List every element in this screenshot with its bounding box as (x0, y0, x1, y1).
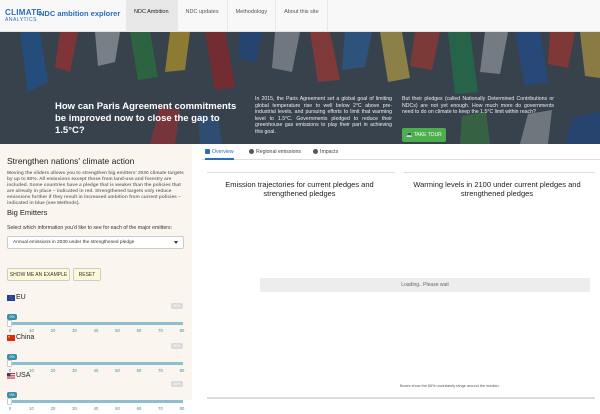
main-nav: NDC Ambition NDC updates Methodology Abo… (126, 0, 328, 32)
country-slider-china: China 80% 0% 0 10 20 30 40 50 60 70 80 (7, 332, 187, 373)
reset-button[interactable]: RESET (73, 268, 101, 281)
take-tour-label: TAKE TOUR (413, 132, 442, 138)
slider-tick-label: 0 (8, 406, 12, 411)
loading-indicator: Loading.. Please wait (260, 278, 590, 292)
info-icon (313, 149, 318, 154)
slider-handle[interactable] (7, 360, 12, 367)
chevron-down-icon (174, 241, 178, 244)
tab-regional-label: Regional emissions (256, 149, 301, 155)
slider-handle[interactable] (7, 320, 12, 327)
logo-line2: ANALYTICS (5, 17, 37, 23)
country-name: USA (16, 372, 31, 379)
max-badge: 80% (171, 343, 183, 349)
select-label: Select which information you'd like to s… (7, 225, 173, 231)
main-tabs: Overview Regional emissions Impacts (202, 146, 600, 160)
hero-banner: How can Paris Agreement commitments be i… (0, 32, 600, 144)
nav-methodology[interactable]: Methodology (228, 0, 277, 32)
chart-footnote: Boxes show the 66% uncertainty range aro… (400, 384, 500, 388)
climate-analytics-logo[interactable]: CLIMATE ANALYTICS NDC ambition explorer (5, 8, 125, 26)
take-tour-button[interactable]: 💻 TAKE TOUR (402, 128, 446, 142)
slider-tick-label: 40 (93, 406, 99, 411)
chart-icon (205, 149, 210, 154)
hero-title: How can Paris Agreement commitments be i… (55, 101, 237, 136)
nav-ndc-ambition[interactable]: NDC Ambition (126, 0, 178, 32)
warming-chart-title: Warming levels in 2100 under current ple… (413, 180, 581, 198)
nav-about[interactable]: About this site (276, 0, 328, 32)
tab-overview-label: Overview (212, 149, 234, 155)
panel-title: Strengthen nations' climate action (7, 156, 135, 166)
slider-tick-label: 30 (72, 406, 77, 411)
left-panel: Strengthen nations' climate action Movin… (0, 144, 192, 411)
divider (207, 172, 395, 173)
slider-track[interactable] (9, 362, 183, 365)
slider-tick-label: 70 (158, 406, 163, 411)
globe-icon (249, 149, 254, 154)
country-name: China (16, 334, 35, 341)
show-example-button[interactable]: SHOW ME AN EXAMPLE (7, 268, 70, 281)
slider-tick-label: 20 (50, 406, 56, 411)
tab-impacts[interactable]: Impacts (313, 146, 338, 160)
emissions-chart-title: Emission trajectories for current pledge… (225, 180, 374, 198)
divider (404, 172, 595, 173)
country-slider-eu: EU 80% 0% 0 10 20 30 40 50 60 70 80 (7, 292, 187, 333)
tab-regional-emissions[interactable]: Regional emissions (249, 146, 301, 160)
panel-description: Moving the sliders allows you to strengt… (7, 171, 184, 206)
slider-tick-label: 50 (115, 406, 120, 411)
slider-tick-label: 80 (179, 406, 185, 411)
hero-paragraph-2: But their pledges (called Nationally Det… (402, 96, 554, 116)
tab-impacts-label: Impacts (320, 149, 339, 155)
big-emitters-heading: Big Emitters (7, 208, 48, 217)
hero-paragraph-1: In 2015, the Paris Agreement set a globa… (255, 96, 392, 135)
info-select-value: Annual emissions in 2030 under the stren… (13, 240, 135, 245)
slider-tick-label: 10 (29, 406, 34, 411)
slider-ticks: 0 10 20 30 40 50 60 70 80 (7, 406, 187, 414)
divider (207, 397, 595, 399)
country-name: EU (16, 294, 26, 301)
slider-track[interactable] (9, 322, 183, 325)
info-select[interactable]: Annual emissions in 2030 under the stren… (7, 236, 184, 249)
china-flag-icon (7, 335, 15, 341)
slider-handle[interactable] (7, 398, 12, 405)
logo-line1: CLIMATE (5, 8, 43, 17)
max-badge: 80% (171, 381, 183, 387)
app-name: NDC ambition explorer (39, 9, 121, 18)
tour-icon: 💻 (406, 132, 413, 138)
eu-flag-icon (7, 295, 15, 301)
top-navbar: CLIMATE ANALYTICS NDC ambition explorer … (0, 0, 600, 32)
country-slider-usa: USA 80% 0% 0 10 20 30 40 50 60 70 80 (7, 370, 187, 411)
usa-flag-icon (7, 373, 15, 379)
slider-tick-label: 60 (136, 406, 142, 411)
nav-ndc-updates[interactable]: NDC updates (178, 0, 228, 32)
max-badge: 80% (171, 303, 183, 309)
tab-overview[interactable]: Overview (205, 146, 234, 160)
slider-track[interactable] (9, 400, 183, 403)
